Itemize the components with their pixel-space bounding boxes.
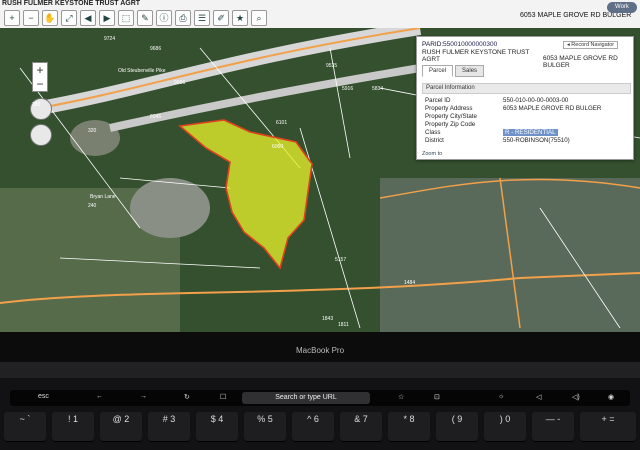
section-title: Parcel Information xyxy=(422,83,631,94)
parid-value: 550010000000300 xyxy=(443,41,498,48)
select-icon[interactable]: ⬚ xyxy=(118,10,134,26)
key[interactable]: ( 9 xyxy=(436,412,478,442)
key[interactable]: # 3 xyxy=(148,412,190,442)
row-label-property-address: Property Address xyxy=(425,105,473,112)
map-label: 9686 xyxy=(150,46,162,52)
next-extent-icon[interactable]: ▶ xyxy=(99,10,115,26)
quarry-area xyxy=(130,178,210,238)
reload-icon[interactable]: ↻ xyxy=(184,393,190,401)
mute-icon[interactable]: ◁ xyxy=(536,393,541,401)
zoom-in-icon[interactable]: + xyxy=(4,10,20,26)
row-label-parcel-id: Parcel ID xyxy=(425,97,451,104)
measure-icon[interactable]: ✎ xyxy=(137,10,153,26)
star-icon[interactable]: ☆ xyxy=(398,393,404,401)
map-label: 240 xyxy=(88,203,97,209)
home-icon[interactable] xyxy=(30,124,52,146)
brightness-icon[interactable]: ☼ xyxy=(498,393,504,400)
key[interactable]: @ 2 xyxy=(100,412,142,442)
map-label: 5834 xyxy=(372,86,384,92)
full-extent-icon[interactable]: ⤢ xyxy=(61,10,77,26)
previous-extent-icon[interactable]: ◀ xyxy=(80,10,96,26)
toolbar-tools: + − ✋ ⤢ ◀ ▶ ⬚ ✎ ⓘ ⎙ ☰ ✐ ★ ⌕ xyxy=(4,10,267,26)
parcel-info-panel: PARID: 550010000000300 ◂ Record Navigato… xyxy=(416,36,634,160)
print-icon[interactable]: ⎙ xyxy=(175,10,191,26)
zoom-out-icon[interactable]: − xyxy=(23,10,39,26)
map-zoom-in-button[interactable]: + xyxy=(33,63,47,77)
map-label: Bryan Lane xyxy=(90,194,116,200)
key[interactable]: ) 0 xyxy=(484,412,526,442)
back-icon[interactable]: ← xyxy=(96,393,103,400)
share-icon[interactable]: ⊡ xyxy=(434,393,440,401)
row-value-property-address: 6053 MAPLE GROVE RD BULGER xyxy=(503,105,602,112)
address-header: 6053 MAPLE GROVE RD BULGER xyxy=(520,12,632,19)
zoom-to-link[interactable]: Zoom to xyxy=(422,151,442,157)
map-label: 380 xyxy=(32,102,41,108)
row-label-class: Class xyxy=(425,129,441,136)
owner-name-continued: AGRT xyxy=(422,56,440,63)
forward-icon[interactable]: → xyxy=(140,393,147,400)
row-value-district: 550-ROBINSON(75510) xyxy=(503,137,570,144)
row-label-district: District xyxy=(425,137,444,144)
macbook-brand: MacBook Pro xyxy=(296,346,345,355)
touchbar-search[interactable]: Search or type URL xyxy=(242,392,370,404)
key[interactable]: $ 4 xyxy=(196,412,238,442)
owner-header: RUSH FULMER KEYSTONE TRUST AGRT xyxy=(2,0,141,7)
key[interactable]: % 5 xyxy=(244,412,286,442)
siri-icon[interactable]: ◉ xyxy=(608,393,614,401)
key[interactable]: ! 1 xyxy=(52,412,94,442)
info-icon[interactable]: ⓘ xyxy=(156,10,172,26)
map-label: 6060 xyxy=(272,144,284,150)
panel-tabs: Parcel Sales xyxy=(422,65,485,77)
bookmark-icon[interactable]: ★ xyxy=(232,10,248,26)
volume-icon[interactable]: ◁) xyxy=(572,393,580,401)
property-address-header: 6053 MAPLE GROVE RD BULGER xyxy=(543,55,618,69)
map-label: 1811 xyxy=(338,322,349,328)
map-zoom-out-button[interactable]: − xyxy=(33,77,47,91)
laptop-screen: RUSH FULMER KEYSTONE TRUST AGRT + − ✋ ⤢ … xyxy=(0,0,640,338)
map-label: 9535 xyxy=(326,63,338,69)
esc-key[interactable]: esc xyxy=(38,393,49,400)
parid-label: PARID: xyxy=(422,41,444,48)
key[interactable]: & 7 xyxy=(340,412,382,442)
map-label: 6045 xyxy=(150,114,162,120)
layers-icon[interactable]: ☰ xyxy=(194,10,210,26)
map-label: 9724 xyxy=(104,36,116,42)
map-label: Old Steubenville Pike xyxy=(118,68,166,74)
record-navigator-button[interactable]: ◂ Record Navigator xyxy=(563,41,619,49)
key[interactable]: ^ 6 xyxy=(292,412,334,442)
map-label: 5157 xyxy=(335,257,347,263)
map-label: 320 xyxy=(88,128,97,134)
map-label: 1484 xyxy=(404,280,416,286)
key[interactable]: * 8 xyxy=(388,412,430,442)
toolbar: RUSH FULMER KEYSTONE TRUST AGRT + − ✋ ⤢ … xyxy=(0,0,640,29)
row-label-property-zip: Property Zip Code xyxy=(425,121,476,128)
search-icon[interactable]: ⌕ xyxy=(251,10,267,26)
row-label-property-city-state: Property City/State xyxy=(425,113,477,120)
tabs-icon[interactable]: ☐ xyxy=(220,393,226,401)
laptop-bezel: MacBook Pro xyxy=(0,332,640,362)
owner-name: RUSH FULMER KEYSTONE TRUST xyxy=(422,49,530,56)
map-label: 9666 xyxy=(174,80,186,86)
key[interactable]: + = xyxy=(580,412,636,442)
key[interactable]: ~ ` xyxy=(4,412,46,442)
draw-icon[interactable]: ✐ xyxy=(213,10,229,26)
map-label: 5916 xyxy=(342,86,354,92)
gis-application: RUSH FULMER KEYSTONE TRUST AGRT + − ✋ ⤢ … xyxy=(0,0,640,332)
work-button[interactable]: Work xyxy=(607,2,637,13)
map-label: 1843 xyxy=(322,316,334,322)
map-label: 6101 xyxy=(276,120,288,126)
key[interactable]: — - xyxy=(532,412,574,442)
row-value-class: R - RESIDENTIAL xyxy=(503,129,558,136)
zoom-control: + − xyxy=(32,62,48,92)
pan-icon[interactable]: ✋ xyxy=(42,10,58,26)
row-value-parcel-id: 550-010-00-00-0003-00 xyxy=(503,97,569,104)
tab-parcel[interactable]: Parcel xyxy=(422,65,454,77)
tab-sales[interactable]: Sales xyxy=(455,65,485,77)
